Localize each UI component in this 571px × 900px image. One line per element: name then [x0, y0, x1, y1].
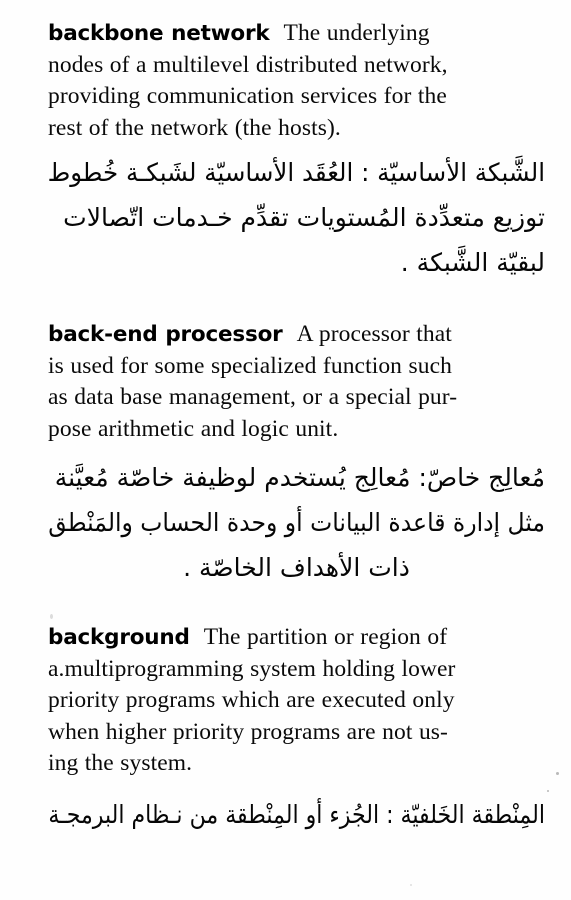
entry-english-definition: backbone network The underlying nodes of … [48, 18, 545, 144]
english-line-text: a.multiprogramming system holding lower [48, 655, 456, 682]
arabic-line-text: لبقيّة الشَّبكة . [400, 248, 545, 277]
arabic-line: مُعالِج خاصّ: مُعالِج يُستخدم لوظيفة خاص… [48, 455, 545, 500]
english-line-text: when higher priority programs are not us… [48, 718, 448, 745]
english-line: nodes of a multilevel distributed networ… [48, 50, 545, 82]
entry-headword: backbone network [48, 21, 270, 46]
english-line: pose arithmetic and logic unit. [48, 414, 545, 446]
english-line: ing the system. [48, 748, 545, 780]
english-line: back-end processor A processor that [48, 319, 545, 351]
english-line-text: providing communication services for the [48, 83, 447, 109]
arabic-line: مثل إدارة قاعدة البيانات أو وحدة الحساب … [48, 500, 545, 545]
arabic-line: لبقيّة الشَّبكة . [48, 240, 545, 285]
dictionary-entry: back-end processor A processor that is us… [48, 319, 545, 590]
english-line-text: The underlying [283, 20, 430, 46]
english-line-text: nodes of a multilevel distributed networ… [48, 51, 448, 78]
entry-english-definition: background The partition or region of a.m… [48, 622, 545, 780]
dictionary-page: backbone network The underlying nodes of … [0, 0, 571, 900]
scan-speck [556, 772, 559, 775]
entry-english-definition: back-end processor A processor that is us… [48, 319, 545, 445]
arabic-line: توزيع متعدِّدة المُستويات تقدِّم خـدمات … [48, 195, 545, 240]
entry-arabic-definition: المِنْطقة الخَلفيّة : الجُزء أو المِنْطق… [48, 792, 545, 837]
english-line-text: A processor that [296, 321, 452, 347]
arabic-line-text: مثل إدارة قاعدة البيانات أو وحدة الحساب … [48, 508, 546, 537]
arabic-line: المِنْطقة الخَلفيّة : الجُزء أو المِنْطق… [48, 792, 545, 837]
dictionary-entry: backbone network The underlying nodes of … [48, 18, 545, 285]
english-line-text: priority programs which are executed onl… [48, 687, 455, 713]
arabic-line-text: ذات الأهداف الخاصّة . [183, 553, 410, 582]
english-line: a.multiprogramming system holding lower [48, 654, 545, 686]
scan-speck [547, 790, 549, 792]
english-line-text: The partition or region of [203, 624, 448, 650]
english-line: when higher priority programs are not us… [48, 717, 545, 749]
page-text-column: backbone network The underlying nodes of … [48, 18, 545, 888]
arabic-line-text: مُعالِج خاصّ: مُعالِج يُستخدم لوظيفة خاص… [54, 463, 545, 492]
english-line-text: rest of the network (the hosts). [48, 114, 341, 141]
english-line: rest of the network (the hosts). [48, 113, 545, 145]
english-line-text: as data base management, or a special pu… [48, 384, 458, 410]
arabic-line-text: الشَّبكة الأساسيّة : العُقَد الأساسيّة ل… [47, 158, 545, 187]
english-line: providing communication services for the [48, 81, 545, 113]
english-line: priority programs which are executed onl… [48, 685, 545, 717]
english-line: background The partition or region of [48, 622, 545, 654]
arabic-line-text: توزيع متعدِّدة المُستويات تقدِّم خـدمات … [63, 203, 545, 232]
dictionary-entry: background The partition or region of a.m… [48, 622, 545, 837]
english-line: is used for some specialized function su… [48, 351, 545, 383]
entry-headword: back-end processor [48, 322, 283, 347]
english-line: as data base management, or a special pu… [48, 382, 545, 414]
arabic-line: الشَّبكة الأساسيّة : العُقَد الأساسيّة ل… [48, 150, 545, 195]
english-line: backbone network The underlying [48, 18, 545, 50]
entry-arabic-definition: الشَّبكة الأساسيّة : العُقَد الأساسيّة ل… [48, 150, 545, 285]
english-line-text: is used for some specialized function su… [48, 352, 452, 379]
arabic-line: ذات الأهداف الخاصّة . [48, 545, 545, 590]
entry-headword: background [48, 625, 190, 650]
english-line-text: pose arithmetic and logic unit. [48, 415, 339, 442]
arabic-line-text: المِنْطقة الخَلفيّة : الجُزء أو المِنْطق… [48, 799, 546, 829]
english-line-text: ing the system. [48, 750, 193, 776]
entry-arabic-definition: مُعالِج خاصّ: مُعالِج يُستخدم لوظيفة خاص… [48, 455, 545, 590]
